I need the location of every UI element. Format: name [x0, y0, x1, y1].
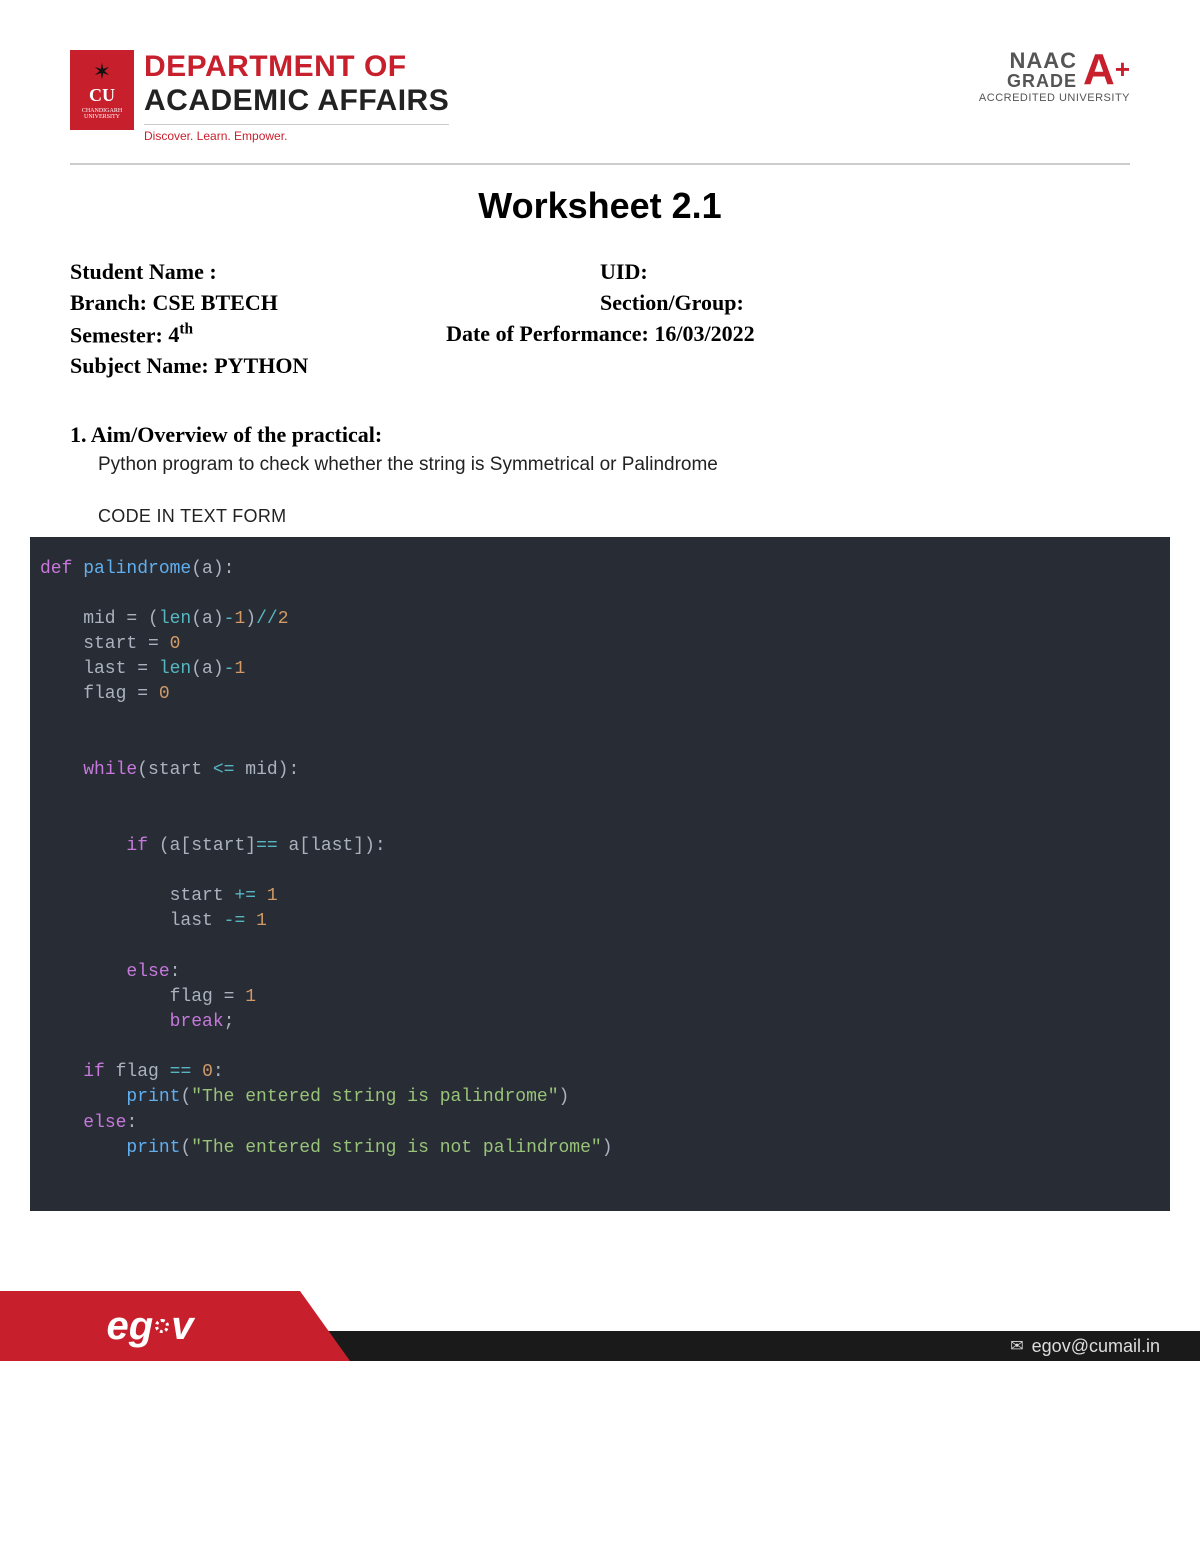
footer-email: egov@cumail.in	[1032, 1336, 1160, 1357]
header-rule	[70, 163, 1130, 165]
badge-cu-text: CU	[89, 85, 115, 106]
aim-text: Python program to check whether the stri…	[98, 454, 1130, 476]
page-title: Worksheet 2.1	[70, 185, 1130, 227]
document-header: ✶ CU CHANDIGARH UNIVERSITY DEPARTMENT OF…	[70, 50, 1130, 143]
branch-value: CSE BTECH	[153, 290, 278, 315]
naac-grade: A+	[1083, 50, 1130, 90]
naac-text-2: GRADE	[1007, 72, 1077, 90]
info-block: Student Name : UID: Branch: CSE BTECH Se…	[70, 257, 1130, 382]
mail-icon: ✉	[1010, 1336, 1023, 1356]
dept-line2: ACADEMIC AFFAIRS	[144, 84, 449, 118]
section-aim-heading: 1. Aim/Overview of the practical:	[70, 422, 1130, 448]
star-icon: ✶	[93, 61, 111, 83]
dop-label: Date of Performance:	[446, 321, 649, 346]
branch-label: Branch:	[70, 290, 147, 315]
dop-value: 16/03/2022	[654, 321, 754, 346]
gear-icon	[155, 1319, 169, 1333]
subject-label: Subject Name:	[70, 353, 209, 378]
left-logo-block: ✶ CU CHANDIGARH UNIVERSITY DEPARTMENT OF…	[70, 50, 449, 143]
semester-value: 4	[168, 322, 179, 347]
code-label: CODE IN TEXT FORM	[98, 506, 1130, 527]
naac-badge: NAAC GRADE A+ ACCREDITED UNIVERSITY	[979, 50, 1130, 104]
dept-tagline: Discover. Learn. Empower.	[144, 124, 449, 143]
egov-logo: egv	[0, 1291, 300, 1361]
uid-label: UID:	[600, 259, 648, 284]
semester-sup: th	[179, 321, 193, 338]
semester-label: Semester:	[70, 322, 163, 347]
naac-text-1: NAAC	[1007, 50, 1077, 72]
page-footer: ✉ egov@cumail.in egv	[0, 1241, 1200, 1361]
code-block: def palindrome(a): mid = (len(a)-1)//2 s…	[30, 537, 1170, 1212]
section-label: Section/Group:	[600, 290, 744, 315]
department-title: DEPARTMENT OF ACADEMIC AFFAIRS Discover.…	[144, 50, 449, 143]
badge-sub-text: CHANDIGARH UNIVERSITY	[70, 108, 134, 120]
dept-line1: DEPARTMENT OF	[144, 50, 449, 84]
student-name-label: Student Name :	[70, 259, 217, 284]
cu-badge-icon: ✶ CU CHANDIGARH UNIVERSITY	[70, 50, 134, 130]
subject-value: PYTHON	[214, 353, 308, 378]
